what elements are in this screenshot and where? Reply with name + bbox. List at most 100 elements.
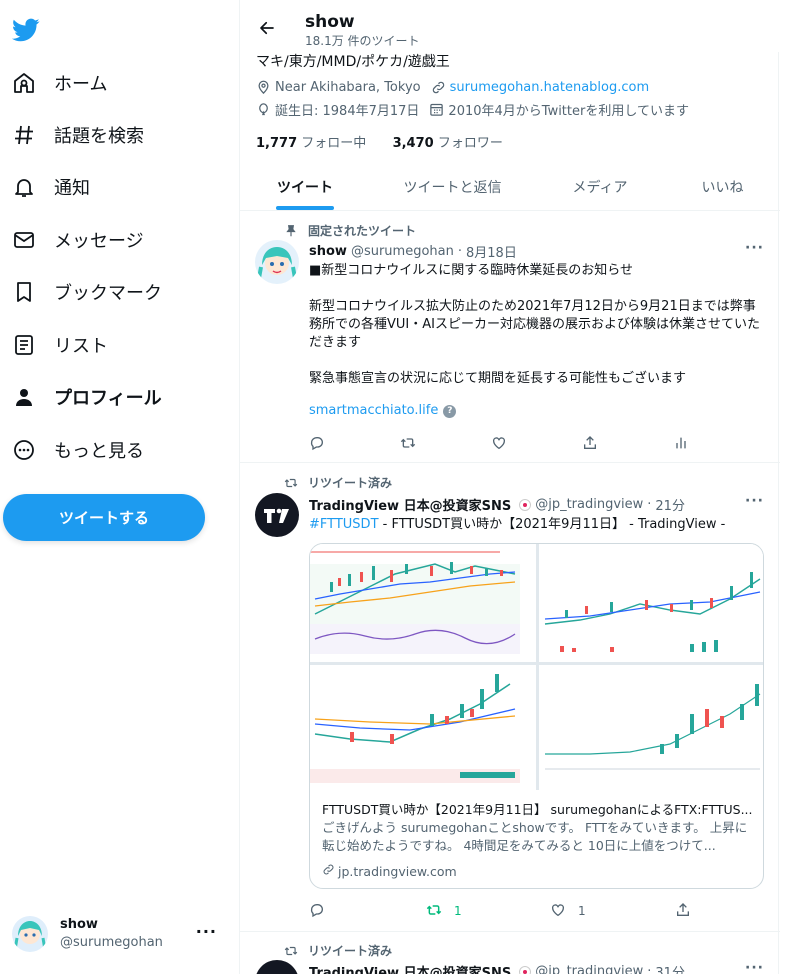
- profile-bio: マキ/東方/MMD/ポケカ/遊戯王: [256, 54, 450, 70]
- profile-meta-row-1: Near Akihabara, Tokyo surumegohan.hatena…: [256, 80, 649, 95]
- retweet-icon: [284, 944, 298, 958]
- more-circle-icon: [12, 438, 36, 462]
- followers-label: フォロワー: [437, 136, 503, 151]
- tweet-author-name[interactable]: show: [309, 244, 347, 259]
- hashtag-link[interactable]: #FTTUSDT: [309, 517, 379, 532]
- avatar[interactable]: [255, 960, 299, 974]
- mail-icon: [12, 228, 36, 252]
- nav-bookmarks[interactable]: ブックマーク: [12, 272, 162, 312]
- nav-notifications-label: 通知: [54, 178, 90, 199]
- location-icon: [256, 80, 271, 95]
- nav-lists[interactable]: リスト: [12, 325, 108, 365]
- card-domain: jp.tradingview.com: [338, 863, 457, 879]
- tweet-more-icon[interactable]: ···: [745, 493, 764, 509]
- profile-birthday: 誕生日: 1984年7月17日: [275, 104, 420, 119]
- like-count: 1: [578, 904, 586, 918]
- tweet-button[interactable]: ツイートする: [3, 494, 205, 541]
- tweet-time[interactable]: 31分: [655, 962, 685, 974]
- tab-media[interactable]: メディア: [535, 163, 665, 211]
- follow-stats: 1,777 フォロー中 3,470 フォロワー: [256, 132, 503, 151]
- tweet-line: 緊急事態宣言の状況に応じて期間を延長する可能性もございます: [309, 371, 687, 386]
- account-more-icon[interactable]: ···: [196, 922, 217, 941]
- tweet-author-name[interactable]: TradingView 日本@投資家SNS: [309, 495, 511, 514]
- retweet-button[interactable]: 1: [426, 902, 462, 921]
- nav-messages[interactable]: メッセージ: [12, 220, 144, 260]
- account-switcher[interactable]: show @surumegohan ···: [12, 914, 227, 954]
- main-column: show 18.1万 件のツイート マキ/東方/MMD/ポケカ/遊戯王 Near…: [239, 0, 780, 974]
- bell-icon: [12, 175, 36, 199]
- link-icon: [322, 863, 338, 879]
- tweet-author-name[interactable]: TradingView 日本@投資家SNS: [309, 962, 511, 974]
- reply-icon: [309, 435, 325, 454]
- profile-joined: 2010年4月からTwitterを利用しています: [448, 104, 689, 119]
- card-domain-row: jp.tradingview.com: [322, 863, 457, 879]
- nav-lists-label: リスト: [54, 336, 108, 357]
- retweet-icon: [284, 476, 298, 490]
- account-name: show: [60, 917, 98, 932]
- pinned-tweet[interactable]: 固定されたツイート show @surumegohan · 8月18日 ··· …: [240, 212, 780, 463]
- tab-likes[interactable]: いいね: [665, 163, 780, 211]
- tweet-header: TradingView 日本@投資家SNS @jp_tradingview · …: [309, 962, 685, 974]
- tweet-date[interactable]: 8月18日: [466, 242, 517, 261]
- share-icon: [582, 435, 598, 454]
- tab-indicator: [276, 206, 334, 210]
- nav-explore[interactable]: 話題を検索: [12, 115, 144, 155]
- tweet-actions: [309, 434, 699, 454]
- nav-home[interactable]: ホーム: [12, 63, 107, 103]
- nav-home-label: ホーム: [54, 74, 108, 95]
- link-icon: [431, 80, 446, 95]
- share-button[interactable]: [675, 902, 691, 921]
- sidebar: ホーム 話題を検索 通知 メッセージ ブックマーク リスト プロフィール もっと…: [0, 0, 239, 974]
- followers-count: 3,470: [392, 136, 434, 151]
- help-icon[interactable]: ?: [443, 404, 457, 418]
- analytics-button[interactable]: [673, 435, 689, 454]
- retweeted-tweet[interactable]: リツイート済み TradingView 日本@投資家SNS @jp_tradin…: [240, 932, 780, 974]
- tweet-more-icon[interactable]: ···: [745, 240, 764, 256]
- nav-explore-label: 話題を検索: [54, 126, 144, 147]
- like-button[interactable]: 1: [550, 902, 586, 921]
- tab-tweets[interactable]: ツイート: [240, 163, 370, 211]
- twitter-logo-icon[interactable]: [11, 16, 40, 44]
- like-button[interactable]: [491, 435, 507, 454]
- heart-icon: [550, 902, 566, 921]
- following-count: 1,777: [256, 136, 298, 151]
- retweet-button[interactable]: [400, 435, 416, 454]
- tweet-text: ■新型コロナウイルスに関する臨時休業延長のお知らせ 新型コロナウイルス拡大防止の…: [309, 262, 767, 420]
- retweet-context-label: リツイート済み: [308, 944, 393, 958]
- tweet-more-icon[interactable]: ···: [745, 960, 764, 974]
- back-arrow-icon[interactable]: [258, 19, 276, 37]
- nav-messages-label: メッセージ: [54, 231, 144, 252]
- tweet-author-handle[interactable]: @surumegohan: [351, 244, 454, 259]
- card-title: FTTUSDT買い時か【2021年9月11日】 surumegohanによるFT…: [322, 802, 753, 817]
- following-link[interactable]: 1,777 フォロー中: [256, 136, 366, 151]
- share-button[interactable]: [582, 435, 598, 454]
- nav-more[interactable]: もっと見る: [12, 430, 144, 470]
- nav-notifications[interactable]: 通知: [12, 167, 90, 207]
- tweet-author-handle[interactable]: @jp_tradingview: [535, 964, 643, 974]
- nav-more-label: もっと見る: [54, 441, 144, 462]
- pinned-label: 固定されたツイート: [308, 224, 417, 238]
- profile-website-link[interactable]: surumegohan.hatenablog.com: [450, 80, 650, 95]
- reply-button[interactable]: [309, 902, 325, 921]
- tweet-line: - FTTUSDT買い時か【2021年9月11日】 - TradingView …: [378, 517, 726, 532]
- list-icon: [12, 333, 36, 357]
- tab-tweets-replies[interactable]: ツイートと返信: [370, 163, 535, 211]
- link-card[interactable]: FTTUSDT買い時か【2021年9月11日】 surumegohanによるFT…: [309, 543, 764, 889]
- retweet-context-label: リツイート済み: [308, 476, 393, 490]
- profile-location: Near Akihabara, Tokyo: [275, 80, 421, 95]
- reply-button[interactable]: [309, 435, 325, 454]
- followers-link[interactable]: 3,470 フォロワー: [393, 136, 503, 151]
- separator-dot: ·: [647, 964, 652, 974]
- retweet-count: 1: [454, 904, 462, 918]
- card-description: ごきげんよう surumegohanことshowです。 FTTをみていきます。 …: [322, 820, 748, 853]
- avatar[interactable]: [255, 493, 299, 537]
- tweet-link[interactable]: smartmacchiato.life: [309, 402, 438, 420]
- retweet-icon: [400, 435, 416, 454]
- nav-profile[interactable]: プロフィール: [12, 377, 162, 417]
- retweeted-tweet[interactable]: リツイート済み TradingView 日本@投資家SNS @jp_tradin…: [240, 463, 780, 932]
- tweet-author-handle[interactable]: @jp_tradingview: [535, 497, 643, 512]
- tweet-time[interactable]: 21分: [655, 495, 685, 514]
- tweet-header: TradingView 日本@投資家SNS @jp_tradingview · …: [309, 495, 685, 514]
- pinned-context: 固定されたツイート: [286, 222, 416, 239]
- avatar[interactable]: [255, 240, 299, 284]
